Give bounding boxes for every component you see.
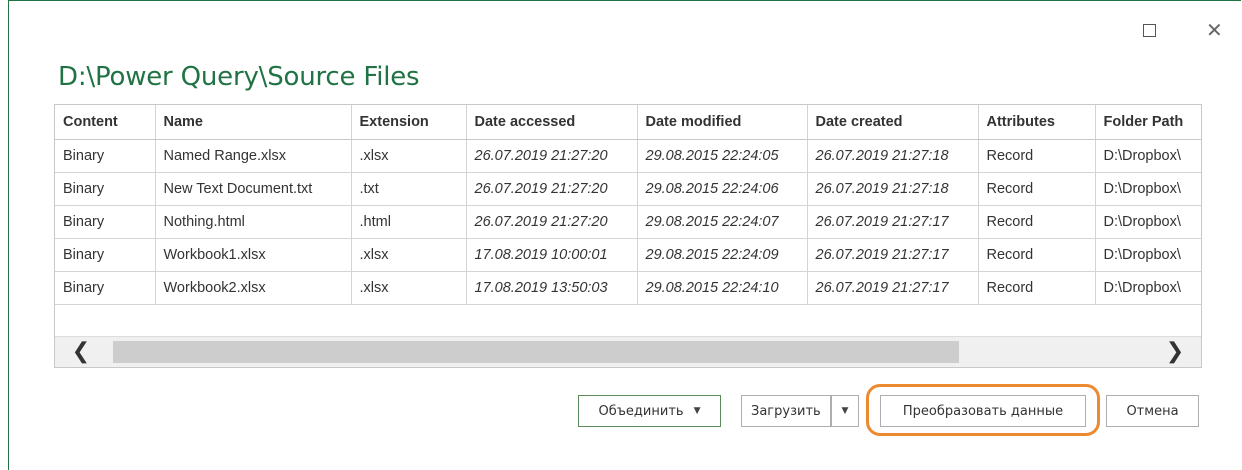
table-cell: .html <box>351 205 467 239</box>
table-cell: 29.08.2015 22:24:06 <box>637 172 808 206</box>
table-cell: D:\Dropbox\ <box>1095 271 1201 305</box>
cancel-button-label: Отмена <box>1126 403 1179 419</box>
chevron-down-icon: ▼ <box>841 406 849 416</box>
transform-data-button-label: Преобразовать данные <box>902 403 1064 419</box>
combine-button[interactable]: Объединить ▼ <box>578 395 721 427</box>
table-cell: 26.07.2019 21:27:18 <box>807 139 979 173</box>
table-cell: New Text Document.txt <box>155 172 352 206</box>
table-cell: 26.07.2019 21:27:17 <box>807 271 979 305</box>
column-header[interactable]: Name <box>155 105 352 140</box>
table-cell: D:\Dropbox\ <box>1095 238 1201 272</box>
table-cell: 26.07.2019 21:27:17 <box>807 205 979 239</box>
table-cell: 26.07.2019 21:27:20 <box>466 205 638 239</box>
close-button[interactable]: ✕ <box>1206 18 1230 42</box>
table-cell: Binary <box>55 271 156 305</box>
table-cell: Record <box>978 139 1096 173</box>
table-cell: Workbook2.xlsx <box>155 271 352 305</box>
table-row[interactable]: Binary New Text Document.txt .txt 26.07.… <box>55 172 1201 206</box>
table-cell: 26.07.2019 21:27:18 <box>807 172 979 206</box>
column-header[interactable]: Attributes <box>978 105 1096 140</box>
table-cell: 29.08.2015 22:24:07 <box>637 205 808 239</box>
maximize-icon <box>1143 24 1156 37</box>
table-cell: Record <box>978 238 1096 272</box>
table-cell: 29.08.2015 22:24:05 <box>637 139 808 173</box>
load-options-button[interactable]: ▼ <box>831 395 859 427</box>
column-header[interactable]: Content <box>55 105 156 140</box>
table-cell: Record <box>978 205 1096 239</box>
table-cell: 17.08.2019 10:00:01 <box>466 238 638 272</box>
column-header[interactable]: Date created <box>807 105 979 140</box>
table-cell: Binary <box>55 205 156 239</box>
cancel-button[interactable]: Отмена <box>1106 395 1199 427</box>
table-cell: D:\Dropbox\ <box>1095 205 1201 239</box>
close-icon: ✕ <box>1206 18 1223 42</box>
table-row[interactable]: Binary Nothing.html .html 26.07.2019 21:… <box>55 205 1201 239</box>
table-cell: Binary <box>55 139 156 173</box>
maximize-button[interactable] <box>1138 18 1162 42</box>
load-button-label: Загрузить <box>751 403 821 419</box>
chevron-left-icon[interactable]: ❮ <box>61 337 101 367</box>
table-row[interactable]: Binary Workbook2.xlsx .xlsx 17.08.2019 1… <box>55 271 1201 305</box>
column-header[interactable]: Extension <box>351 105 467 140</box>
file-table: Content Name Extension Date accessed Dat… <box>55 105 1201 305</box>
transform-data-button[interactable]: Преобразовать данные <box>880 395 1086 427</box>
column-header[interactable]: Date modified <box>637 105 808 140</box>
file-preview-grid: Content Name Extension Date accessed Dat… <box>54 104 1202 368</box>
table-cell: .xlsx <box>351 271 467 305</box>
table-cell: 26.07.2019 21:27:20 <box>466 172 638 206</box>
table-cell: .txt <box>351 172 467 206</box>
table-cell: 29.08.2015 22:24:09 <box>637 238 808 272</box>
table-cell: Record <box>978 271 1096 305</box>
table-header-row: Content Name Extension Date accessed Dat… <box>55 105 1201 140</box>
column-header[interactable]: Date accessed <box>466 105 638 140</box>
table-cell: Nothing.html <box>155 205 352 239</box>
table-row[interactable]: Binary Named Range.xlsx .xlsx 26.07.2019… <box>55 139 1201 173</box>
horizontal-scrollbar[interactable]: ❮ ❯ <box>55 336 1201 367</box>
load-button[interactable]: Загрузить <box>741 395 831 427</box>
table-cell: 26.07.2019 21:27:17 <box>807 238 979 272</box>
table-cell: Workbook1.xlsx <box>155 238 352 272</box>
chevron-down-icon: ▼ <box>693 406 701 416</box>
column-header[interactable]: Folder Path <box>1095 105 1201 140</box>
chevron-right-icon[interactable]: ❯ <box>1155 337 1195 367</box>
combine-button-label: Объединить <box>598 403 684 419</box>
table-cell: Named Range.xlsx <box>155 139 352 173</box>
table-cell: 29.08.2015 22:24:10 <box>637 271 808 305</box>
table-cell: .xlsx <box>351 139 467 173</box>
table-cell: Binary <box>55 172 156 206</box>
table-cell: 17.08.2019 13:50:03 <box>466 271 638 305</box>
scrollbar-thumb[interactable] <box>113 341 959 363</box>
dialog-title: D:\Power Query\Source Files <box>58 62 420 92</box>
table-cell: Binary <box>55 238 156 272</box>
table-cell: D:\Dropbox\ <box>1095 172 1201 206</box>
table-cell: .xlsx <box>351 238 467 272</box>
table-cell: Record <box>978 172 1096 206</box>
table-row[interactable]: Binary Workbook1.xlsx .xlsx 17.08.2019 1… <box>55 238 1201 272</box>
table-cell: 26.07.2019 21:27:20 <box>466 139 638 173</box>
table-cell: D:\Dropbox\ <box>1095 139 1201 173</box>
